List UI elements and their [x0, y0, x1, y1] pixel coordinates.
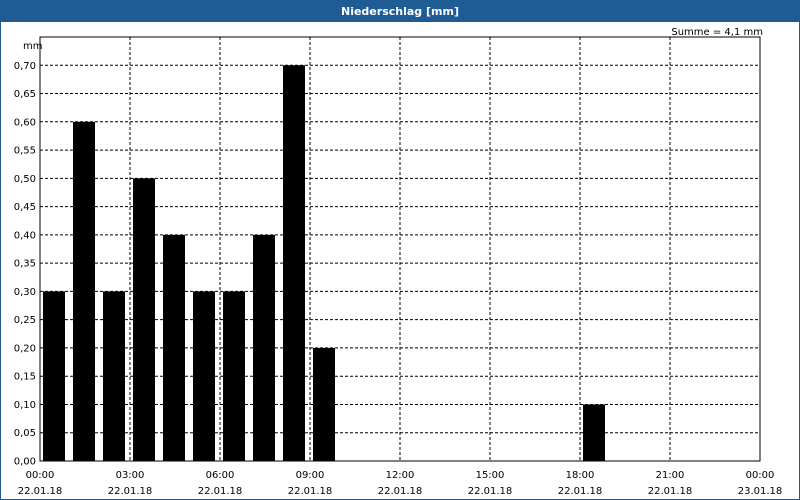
x-tick-date: 22.01.18 [468, 486, 513, 497]
bar [583, 404, 605, 461]
x-tick-time: 03:00 [116, 470, 145, 481]
bar [133, 178, 155, 462]
y-tick-label: 0,65 [14, 89, 36, 100]
bar [163, 234, 185, 461]
x-tick-time: 09:00 [296, 470, 325, 481]
y-tick-label: 0,45 [14, 202, 36, 213]
y-tick-label: 0,15 [14, 372, 36, 383]
bar [223, 291, 245, 461]
x-tick-date: 22.01.18 [558, 486, 603, 497]
y-tick-label: 0,55 [14, 146, 36, 157]
x-tick-date: 22.01.18 [648, 486, 693, 497]
y-tick-label: 0,50 [14, 174, 36, 185]
x-tick-time: 00:00 [746, 470, 775, 481]
bar [103, 291, 125, 461]
x-tick-time: 06:00 [206, 470, 235, 481]
x-tick-time: 18:00 [566, 470, 595, 481]
y-tick-label: 0,20 [14, 343, 36, 354]
bar [283, 65, 305, 462]
y-tick-label: 0,35 [14, 259, 36, 270]
x-tick-date: 22.01.18 [198, 486, 243, 497]
bar [313, 347, 335, 461]
y-tick-label: 0,70 [14, 61, 36, 72]
x-tick-date: 22.01.18 [108, 486, 153, 497]
y-tick-label: 0,30 [14, 287, 36, 298]
x-tick-time: 12:00 [386, 470, 415, 481]
bar [253, 234, 275, 461]
x-tick-time: 15:00 [476, 470, 505, 481]
y-tick-label: 0,05 [14, 428, 36, 439]
x-tick-date: 22.01.18 [18, 486, 63, 497]
x-tick-time: 21:00 [656, 470, 685, 481]
y-tick-label: 0,25 [14, 315, 36, 326]
x-tick-date: 22.01.18 [378, 486, 423, 497]
bar [43, 291, 65, 461]
y-tick-label: 0,60 [14, 117, 36, 128]
bar [193, 291, 215, 461]
bar [73, 121, 95, 462]
x-tick-date: 23.01.18 [738, 486, 783, 497]
x-tick-date: 22.01.18 [288, 486, 333, 497]
y-tick-label: 0,00 [14, 457, 36, 468]
y-tick-label: 0,10 [14, 400, 36, 411]
x-tick-time: 00:00 [26, 470, 55, 481]
y-tick-label: 0,40 [14, 230, 36, 241]
precipitation-chart: 0,00 0,05 0,10 0,15 0,20 0,25 0,30 0,35 0,40 0,45… [14, 36, 783, 497]
